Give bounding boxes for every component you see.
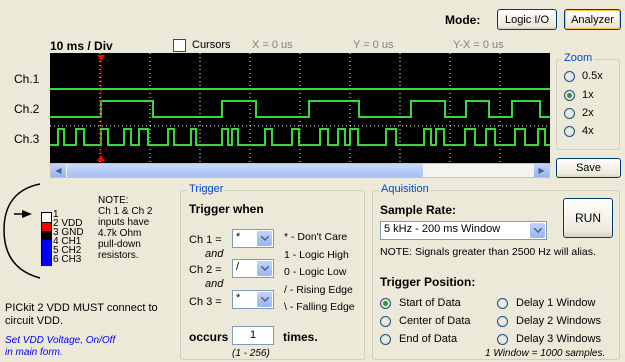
trigger-heading: Trigger when bbox=[189, 202, 264, 216]
note-line: 4.7k Ohm bbox=[98, 228, 142, 239]
zoom-radio-4x[interactable] bbox=[564, 126, 575, 137]
ch2-trigger-value: / bbox=[236, 261, 240, 273]
ch1-trigger-select[interactable]: * bbox=[232, 229, 274, 248]
pin-labels: 1 2 VDD 3 GND 4 CH1 5 CH2 6 CH3 bbox=[53, 210, 84, 265]
pin-5-swatch bbox=[42, 248, 51, 257]
run-button[interactable]: RUN bbox=[563, 198, 613, 238]
pin-3-swatch bbox=[42, 231, 51, 240]
trigger-title: Trigger bbox=[187, 183, 226, 195]
zoom-option-1x: 1x bbox=[582, 89, 594, 101]
occurs-input[interactable]: 1 bbox=[232, 326, 274, 345]
ch1-trigger-value: * bbox=[236, 231, 241, 243]
ch3-trigger-select[interactable]: * bbox=[232, 290, 274, 309]
zoom-radio-0-5x[interactable] bbox=[564, 71, 575, 82]
zoom-option-4x: 4x bbox=[582, 125, 594, 137]
trigger-position-label: Trigger Position: bbox=[380, 275, 476, 289]
pin-header bbox=[41, 212, 52, 266]
mode-label: Mode: bbox=[445, 13, 481, 27]
y-readout: Y = 0 us bbox=[353, 39, 394, 51]
position-delay3-label: Delay 3 Windows bbox=[516, 333, 601, 345]
analyzer-button[interactable]: Analyzer bbox=[564, 9, 621, 30]
zoom-title: Zoom bbox=[562, 52, 595, 64]
acquisition-title: Aquisition bbox=[379, 183, 431, 195]
pin-6-num: 6 bbox=[53, 254, 59, 265]
chevron-down-icon bbox=[257, 231, 272, 246]
zoom-radio-2x[interactable] bbox=[564, 108, 575, 119]
sample-rate-value: 5 kHz - 200 ms Window bbox=[384, 223, 501, 235]
channel-3-trace bbox=[50, 128, 550, 146]
legend-item: 0 - Logic Low bbox=[284, 266, 347, 278]
ch2-trigger-select[interactable]: / bbox=[232, 259, 274, 278]
vdd-link-line1[interactable]: Set VDD Voltage, On/Off bbox=[5, 335, 115, 346]
position-radio-delay3[interactable] bbox=[497, 334, 508, 345]
legend-item: \ - Falling Edge bbox=[284, 301, 355, 313]
position-radio-delay1[interactable] bbox=[497, 298, 508, 309]
pin-6-swatch bbox=[42, 257, 51, 266]
note-line: pull-down bbox=[98, 239, 141, 250]
chevron-down-icon bbox=[257, 261, 272, 276]
ch3-label: Ch 3 = bbox=[189, 296, 222, 308]
channel-2-label: Ch.2 bbox=[14, 102, 40, 116]
timebase-label: 10 ms / Div bbox=[50, 39, 113, 53]
chevron-down-icon bbox=[530, 223, 545, 238]
note-line: resistors. bbox=[98, 250, 139, 261]
ch1-label: Ch 1 = bbox=[189, 234, 222, 246]
window-note: 1 Window = 1000 samples. bbox=[485, 348, 606, 359]
pin-1-swatch bbox=[42, 213, 51, 223]
position-radio-delay2[interactable] bbox=[497, 316, 508, 327]
yx-readout: Y-X = 0 us bbox=[453, 39, 504, 51]
and-label: and bbox=[205, 278, 224, 290]
logic-io-button[interactable]: Logic I/O bbox=[497, 9, 557, 30]
position-delay1-label: Delay 1 Window bbox=[516, 297, 596, 309]
pin-4-swatch bbox=[42, 240, 51, 248]
position-center-label: Center of Data bbox=[399, 315, 471, 327]
channel-3-label: Ch.3 bbox=[14, 132, 40, 146]
scroll-left-arrow[interactable]: ◀ bbox=[51, 164, 66, 177]
zoom-option-2x: 2x bbox=[582, 107, 594, 119]
trigger-legend: * - Don't Care 1 - Logic High 0 - Logic … bbox=[284, 229, 355, 317]
occurs-range-hint: (1 - 256) bbox=[232, 348, 270, 359]
note-line: Ch 1 & Ch 2 bbox=[98, 206, 153, 217]
ch3-trigger-value: * bbox=[236, 292, 241, 304]
position-radio-center[interactable] bbox=[380, 316, 391, 327]
legend-item: 1 - Logic High bbox=[284, 248, 349, 261]
scroll-right-arrow[interactable]: ▶ bbox=[534, 164, 549, 177]
position-end-label: End of Data bbox=[399, 333, 458, 345]
pin-2-swatch bbox=[42, 223, 51, 231]
vdd-warning-line1: PICkit 2 VDD MUST connect to bbox=[5, 302, 158, 314]
pin-6-name: CH3 bbox=[61, 254, 82, 265]
note-line: inputs have bbox=[98, 217, 150, 228]
position-radio-end[interactable] bbox=[380, 334, 391, 345]
alias-note: NOTE: Signals greater than 2500 Hz will … bbox=[380, 246, 596, 258]
pickit-outline bbox=[3, 183, 41, 279]
position-radio-start[interactable] bbox=[380, 298, 391, 309]
vdd-link-line2[interactable]: in main form. bbox=[5, 347, 63, 358]
sample-rate-select[interactable]: 5 kHz - 200 ms Window bbox=[380, 221, 547, 240]
channel-1-label: Ch.1 bbox=[14, 72, 40, 86]
legend-item: / - Rising Edge bbox=[284, 283, 353, 296]
times-label: times. bbox=[283, 330, 318, 344]
chevron-down-icon bbox=[257, 292, 272, 307]
cursors-checkbox[interactable] bbox=[173, 39, 186, 52]
cursors-label: Cursors bbox=[192, 39, 231, 51]
scope-display[interactable] bbox=[50, 53, 550, 163]
save-button[interactable]: Save bbox=[556, 158, 621, 178]
position-start-label: Start of Data bbox=[399, 297, 461, 309]
note-line: NOTE: bbox=[98, 195, 129, 206]
vdd-warning-line2: circuit VDD. bbox=[5, 315, 64, 327]
zoom-option-0-5x: 0.5x bbox=[582, 70, 603, 82]
scope-scrollbar[interactable]: ◀ ▶ bbox=[50, 163, 550, 178]
pullup-note: NOTE: Ch 1 & Ch 2 inputs have 4.7k Ohm p… bbox=[98, 195, 152, 261]
and-label: and bbox=[205, 248, 224, 260]
scroll-thumb[interactable] bbox=[67, 164, 423, 177]
legend-item: * - Don't Care bbox=[284, 231, 348, 243]
occurs-label: occurs bbox=[189, 330, 229, 344]
sample-rate-label: Sample Rate: bbox=[380, 203, 457, 217]
x-readout: X = 0 us bbox=[252, 39, 293, 51]
ch2-label: Ch 2 = bbox=[189, 264, 222, 276]
position-delay2-label: Delay 2 Windows bbox=[516, 315, 601, 327]
zoom-radio-1x[interactable] bbox=[564, 90, 575, 101]
